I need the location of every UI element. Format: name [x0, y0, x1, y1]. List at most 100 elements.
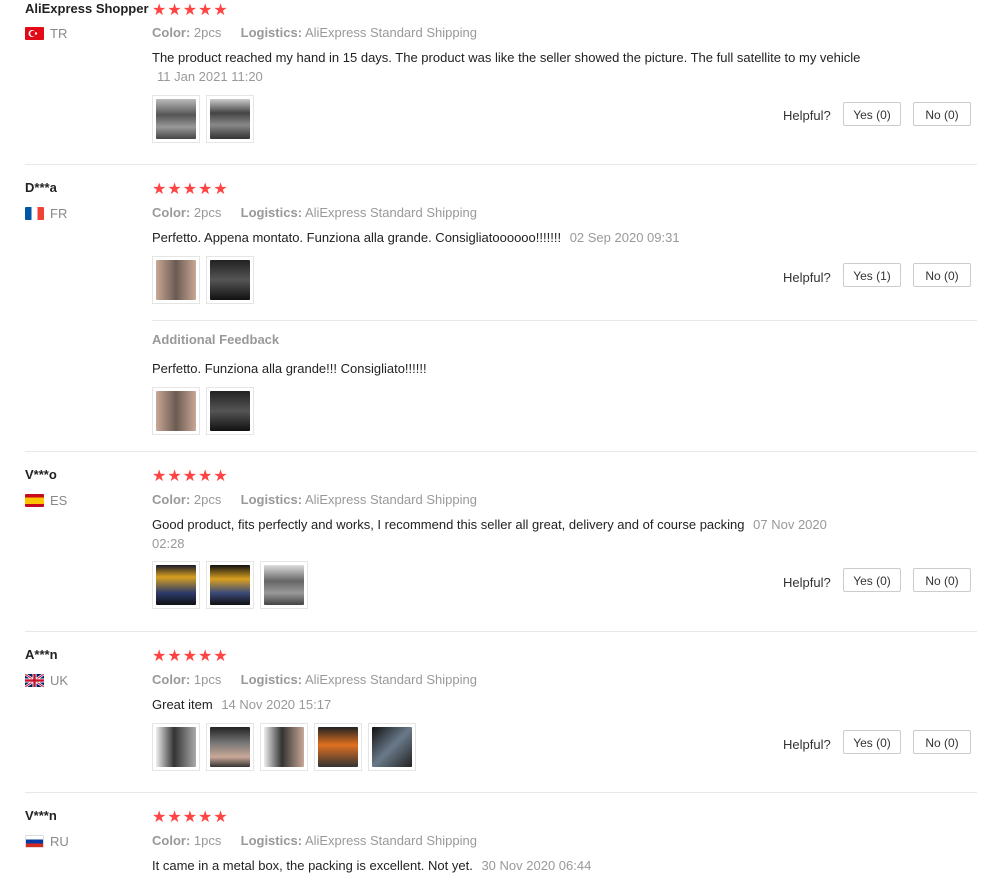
- review-date: 30 Nov 2020 06:44: [481, 858, 592, 873]
- helpful-yes-button[interactable]: Yes (1): [843, 263, 901, 287]
- logistics-value: AliExpress Standard Shipping: [304, 672, 477, 687]
- review-text: Great item 14 Nov 2020 15:17: [152, 695, 862, 714]
- color-value: 2pcs: [193, 25, 222, 40]
- star-rating: ★★★★★: [152, 809, 229, 826]
- logistics-label: Logistics:: [240, 833, 303, 848]
- country-code: TR: [50, 26, 68, 41]
- helpful-label: Helpful?: [783, 108, 831, 123]
- reviewer-name: AliExpress Shopper: [25, 1, 149, 16]
- helpful-no-button[interactable]: No (0): [913, 263, 971, 287]
- color-value: 2pcs: [193, 492, 222, 507]
- reviewer-country: RU: [25, 834, 69, 849]
- logistics-value: AliExpress Standard Shipping: [304, 833, 477, 848]
- helpful-yes-button[interactable]: Yes (0): [843, 730, 901, 754]
- star-rating: ★★★★★: [152, 2, 229, 19]
- review-meta: Color: 2pcs Logistics: AliExpress Standa…: [152, 492, 477, 507]
- additional-feedback-title: Additional Feedback: [152, 332, 280, 347]
- color-label: Color:: [152, 672, 191, 687]
- logistics-value: AliExpress Standard Shipping: [304, 25, 477, 40]
- review-image[interactable]: [206, 723, 254, 771]
- helpful-label: Helpful?: [783, 575, 831, 590]
- color-value: 2pcs: [193, 205, 222, 220]
- color-label: Color:: [152, 25, 191, 40]
- logistics-value: AliExpress Standard Shipping: [304, 492, 477, 507]
- logistics-label: Logistics:: [240, 492, 303, 507]
- reviewer-name: D***a: [25, 180, 57, 195]
- review-image[interactable]: [314, 723, 362, 771]
- review-body: The product reached my hand in 15 days. …: [152, 50, 861, 65]
- logistics-value: AliExpress Standard Shipping: [304, 205, 477, 220]
- reviewer-country: UK: [25, 673, 68, 688]
- logistics-label: Logistics:: [240, 25, 303, 40]
- country-code: ES: [50, 493, 68, 508]
- review-meta: Color: 1pcs Logistics: AliExpress Standa…: [152, 833, 477, 848]
- review-image[interactable]: [152, 387, 200, 435]
- color-value: 1pcs: [193, 672, 222, 687]
- review-image[interactable]: [206, 387, 254, 435]
- helpful-no-button[interactable]: No (0): [913, 568, 971, 592]
- review-body: Perfetto. Appena montato. Funziona alla …: [152, 230, 562, 245]
- reviewer-country: TR: [25, 26, 67, 41]
- review-divider: [25, 631, 977, 632]
- review-text: The product reached my hand in 15 days. …: [152, 48, 862, 86]
- review-images: [152, 561, 314, 609]
- review-text: Good product, fits perfectly and works, …: [152, 515, 862, 553]
- review-image[interactable]: [260, 723, 308, 771]
- review-text: Perfetto. Appena montato. Funziona alla …: [152, 228, 862, 247]
- review-body: Great item: [152, 697, 213, 712]
- flag-es-icon: [25, 494, 44, 507]
- flag-uk-icon: [25, 674, 44, 687]
- review-images: [152, 256, 260, 304]
- review-image[interactable]: [368, 723, 416, 771]
- additional-feedback-text: Perfetto. Funziona alla grande!!! Consig…: [152, 361, 427, 376]
- review-date: 11 Jan 2021 11:20: [157, 69, 263, 84]
- additional-separator: [152, 320, 977, 321]
- review-image[interactable]: [152, 95, 200, 143]
- star-rating: ★★★★★: [152, 468, 229, 485]
- review-image[interactable]: [152, 256, 200, 304]
- review-date: 14 Nov 2020 15:17: [221, 697, 332, 712]
- review-meta: Color: 2pcs Logistics: AliExpress Standa…: [152, 25, 477, 40]
- review-divider: [25, 164, 977, 165]
- logistics-label: Logistics:: [240, 672, 303, 687]
- review-text: It came in a metal box, the packing is e…: [152, 856, 862, 875]
- review-image[interactable]: [260, 561, 308, 609]
- helpful-label: Helpful?: [783, 737, 831, 752]
- reviewer-name: V***n: [25, 808, 57, 823]
- helpful-no-button[interactable]: No (0): [913, 730, 971, 754]
- logistics-label: Logistics:: [240, 205, 303, 220]
- review-divider: [25, 451, 977, 452]
- review-image[interactable]: [152, 723, 200, 771]
- flag-fr-icon: [25, 207, 44, 220]
- review-images: [152, 95, 260, 143]
- helpful-label: Helpful?: [783, 270, 831, 285]
- flag-tr-icon: [25, 27, 44, 40]
- helpful-yes-button[interactable]: Yes (0): [843, 102, 901, 126]
- review-images: [152, 723, 422, 771]
- reviewer-country: ES: [25, 493, 67, 508]
- additional-images: [152, 387, 260, 435]
- color-label: Color:: [152, 833, 191, 848]
- review-meta: Color: 1pcs Logistics: AliExpress Standa…: [152, 672, 477, 687]
- review-meta: Color: 2pcs Logistics: AliExpress Standa…: [152, 205, 477, 220]
- review-divider: [25, 792, 977, 793]
- reviewer-name: A***n: [25, 647, 58, 662]
- color-label: Color:: [152, 492, 191, 507]
- review-body: Good product, fits perfectly and works, …: [152, 517, 745, 532]
- helpful-yes-button[interactable]: Yes (0): [843, 568, 901, 592]
- helpful-no-button[interactable]: No (0): [913, 102, 971, 126]
- review-image[interactable]: [206, 95, 254, 143]
- review-image[interactable]: [206, 256, 254, 304]
- country-code: FR: [50, 206, 68, 221]
- reviewer-country: FR: [25, 206, 67, 221]
- star-rating: ★★★★★: [152, 181, 229, 198]
- flag-ru-icon: [25, 835, 44, 848]
- review-date: 02 Sep 2020 09:31: [569, 230, 680, 245]
- star-rating: ★★★★★: [152, 648, 229, 665]
- review-image[interactable]: [152, 561, 200, 609]
- color-value: 1pcs: [193, 833, 222, 848]
- review-body: It came in a metal box, the packing is e…: [152, 858, 473, 873]
- reviewer-name: V***o: [25, 467, 57, 482]
- color-label: Color:: [152, 205, 191, 220]
- review-image[interactable]: [206, 561, 254, 609]
